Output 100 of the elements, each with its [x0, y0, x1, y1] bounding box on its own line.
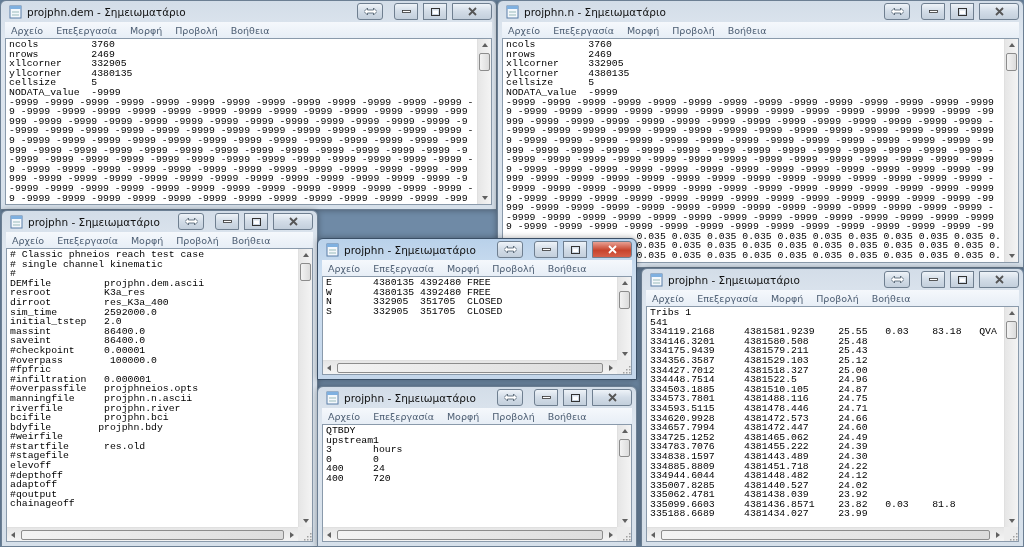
text-line: 334503.1885 4381510.105 24.87	[650, 384, 868, 395]
text-line: 334657.7994 4381472.447 24.60	[650, 423, 868, 433]
text-line: elevoff	[10, 461, 52, 471]
text-line: # single channel kinematic	[10, 259, 163, 270]
text-line: 9 -9999 -9999 -9999 -9999 -9999 -9999 -9999 -9999 -9999 -9999 -9999 -9999 -999	[9, 107, 468, 117]
window-title: projphn - Σημειωματάριο	[344, 243, 476, 256]
text-line: N 332905 351705 CLOSED	[326, 297, 503, 307]
text-line: 999 -9999 -9999 -9999 -9999 -9999 -9999 -9999 -9999 -9999 -9999 -9999 -9999 -9	[9, 145, 468, 156]
text-line: riverfile projphn.river	[10, 403, 181, 414]
menu-item[interactable]: Αρχείο	[12, 234, 45, 246]
text-line: yllcorner 4380135	[9, 68, 133, 79]
text-line: 999 -9999 -9999 -9999 -9999 -9999 -9999 -9999 -9999 -9999 -9999 -9999 -9999 -9	[9, 116, 468, 127]
window-title: projphn - Σημειωματάριο	[668, 273, 800, 286]
text-line: 0.035 0.035 0.035 0.035 0.035 0.035 0.035 0.035 0.035 0.035 0.	[636, 231, 1001, 242]
menu-item[interactable]: Μορφή	[626, 24, 660, 36]
text-line: #overpassfile projphneios.opts	[10, 384, 199, 394]
text-line: ncols 3760	[9, 40, 115, 50]
text-line: cellsize 5	[9, 78, 98, 88]
menu-item[interactable]: Αρχείο	[11, 24, 44, 36]
text-line: -9999 -9999 -9999 -9999 -9999 -9999 -9999 -9999 -9999 -9999 -9999 -9999 -9999 -9999	[506, 155, 994, 165]
text-line: 334448.7514 4381522.5 24.96	[650, 375, 868, 385]
text-line: #weirfile	[10, 432, 63, 442]
menu-item[interactable]: Επεξεργασία	[373, 410, 434, 422]
menu-item[interactable]: Προβολή	[816, 292, 859, 304]
menu-item[interactable]: Αρχείο	[328, 262, 361, 274]
text-line: 334356.3587 4381529.103 25.12	[650, 355, 868, 366]
menu-item[interactable]: Μορφή	[130, 234, 164, 246]
text-line: -9999 -9999 -9999 -9999 -9999 -9999 -9999 -9999 -9999 -9999 -9999 -9999 -9999 -9999	[506, 212, 994, 223]
text-line: ncols 3760	[506, 40, 612, 50]
menu-item[interactable]: Βοήθεια	[871, 292, 911, 304]
text-line: 9 -9999 -9999 -9999 -9999 -9999 -9999 -9999 -9999 -9999 -9999 -9999 -9999 -9999 -99	[506, 135, 994, 146]
menu-item[interactable]: Βοήθεια	[727, 24, 767, 36]
text-line: 334783.7076 4381455.222 24.39	[650, 442, 868, 452]
text-line: 0.035 0.035 0.035 0.035 0.035 0.035 0.035 0.035 0.035 0.035 0.	[636, 241, 1001, 252]
text-line: chainageoff	[10, 499, 75, 510]
text-line: upstream1	[326, 435, 379, 446]
menu-item[interactable]: Μορφή	[446, 262, 480, 274]
menu-item[interactable]: Βοήθεια	[231, 234, 271, 246]
text-line: -9999 -9999 -9999 -9999 -9999 -9999 -9999 -9999 -9999 -9999 -9999 -9999 -9999 -	[9, 183, 474, 194]
text-line: 334573.7801 4381488.116 24.75	[650, 394, 868, 404]
text-line: 334175.9439 4381579.211 25.43	[650, 346, 868, 356]
text-line: 541	[650, 317, 668, 328]
menu-item[interactable]: Μορφή	[446, 410, 480, 422]
text-line: 334725.1252 4381465.062 24.49	[650, 432, 868, 443]
menu-item[interactable]: Αρχείο	[508, 24, 541, 36]
text-line: #overpass 100000.0	[10, 355, 157, 366]
text-line: bcifile projphn.bci	[10, 413, 169, 423]
text-line: -9999 -9999 -9999 -9999 -9999 -9999 -9999 -9999 -9999 -9999 -9999 -9999 -9999 -9999	[506, 97, 994, 108]
text-line: nrows 2469	[506, 49, 612, 60]
menu-item[interactable]: Μορφή	[129, 24, 163, 36]
text-line: #depthoff	[10, 470, 63, 481]
text-line: NODATA_value -9999	[9, 87, 121, 98]
menu-item[interactable]: Προβολή	[176, 234, 219, 246]
menu-item[interactable]: Επεξεργασία	[373, 262, 434, 274]
text-line: 3 hours	[326, 445, 403, 455]
text-line: 334620.9928 4381472.573 24.66	[650, 413, 868, 424]
text-line: -9999 -9999 -9999 -9999 -9999 -9999 -9999 -9999 -9999 -9999 -9999 -9999 -9999 -9999	[506, 126, 994, 136]
menu-item[interactable]: Επεξεργασία	[56, 24, 117, 36]
text-line: 9 -9999 -9999 -9999 -9999 -9999 -9999 -9999 -9999 -9999 -9999 -9999 -9999 -9999 -99	[506, 164, 994, 175]
menu-item[interactable]: Αρχείο	[652, 292, 685, 304]
menu-item[interactable]: Αρχείο	[328, 410, 361, 422]
menu-item[interactable]: Μορφή	[770, 292, 804, 304]
text-line: yllcorner 4380135	[506, 68, 630, 79]
text-line: dirroot res_K3a_400	[10, 297, 169, 308]
text-line: 335062.4781 4381438.039 23.92	[650, 490, 868, 500]
menu-item[interactable]: Βοήθεια	[230, 24, 270, 36]
text-line: massint 86400.0	[10, 326, 146, 337]
window-title: projphn.n - Σημειωματάριο	[524, 5, 666, 18]
text-line: NODATA_value -9999	[506, 87, 618, 98]
text-line: #stagefile	[10, 451, 69, 462]
menu-item[interactable]: Βοήθεια	[547, 410, 587, 422]
text-line: #	[10, 269, 16, 279]
text-line: QTBDY	[326, 426, 356, 436]
window-title: projphn - Σημειωματάριο	[344, 391, 476, 404]
menu-item[interactable]: Προβολή	[175, 24, 218, 36]
text-line: nrows 2469	[9, 49, 115, 60]
text-line: xllcorner 332905	[506, 59, 624, 69]
text-line: 334593.5115 4381478.446 24.71	[650, 403, 868, 414]
text-line: # Classic phneios reach test case	[10, 250, 204, 260]
text-line: adaptoff	[10, 480, 58, 490]
text-line: S 332905 351705 CLOSED	[326, 306, 503, 317]
menu-item[interactable]: Προβολή	[492, 262, 535, 274]
text-line: resroot K3a_res	[10, 288, 146, 298]
menu-item[interactable]: Επεξεργασία	[553, 24, 614, 36]
text-line: bdyfile projphn.bdy	[10, 422, 163, 433]
text-line: -9999 -9999 -9999 -9999 -9999 -9999 -9999 -9999 -9999 -9999 -9999 -9999 -9999 -9999	[506, 183, 994, 194]
menu-item[interactable]: Επεξεργασία	[57, 234, 118, 246]
menu-item[interactable]: Προβολή	[492, 410, 535, 422]
text-line: 0.035 0.035 0.035 0.035 0.035 0.035 0.035 0.035 0.035 0.035 0.	[636, 251, 1001, 261]
text-line: 9 -9999 -9999 -9999 -9999 -9999 -9999 -9999 -9999 -9999 -9999 -9999 -9999 -9999 -99	[506, 107, 994, 117]
text-line: Tribs 1	[650, 308, 692, 318]
text-line: #startfile res.old	[10, 441, 146, 452]
menu-item[interactable]: Βοήθεια	[547, 262, 587, 274]
text-line: E 4380135 4392480 FREE	[326, 278, 491, 288]
text-line: #qoutput	[10, 489, 58, 500]
text-line: 9 -9999 -9999 -9999 -9999 -9999 -9999 -9999 -9999 -9999 -9999 -9999 -9999 -9999 -99	[506, 222, 994, 232]
menu-item[interactable]: Προβολή	[672, 24, 715, 36]
text-line: 9 -9999 -9999 -9999 -9999 -9999 -9999 -9999 -9999 -9999 -9999 -9999 -9999 -9999 -99	[506, 193, 994, 204]
menu-item[interactable]: Επεξεργασία	[697, 292, 758, 304]
text-line: 335099.6603 4381436.8571 23.82 0.03 81.8	[650, 499, 956, 510]
